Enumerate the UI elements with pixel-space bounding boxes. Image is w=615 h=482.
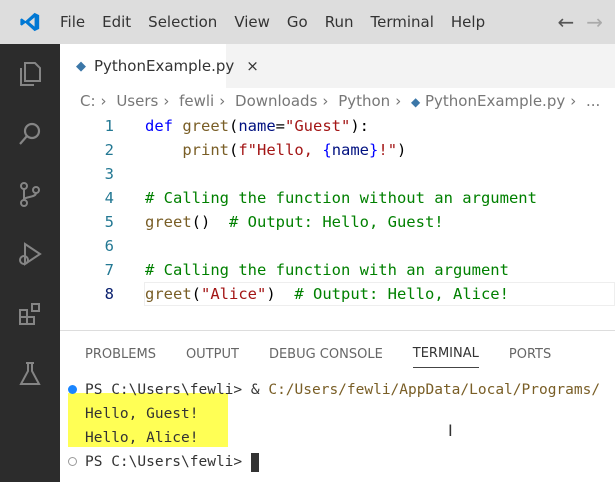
code-token: # Calling the function with an argument xyxy=(145,261,509,279)
terminal-line: PS C:\Users\fewli> & C:/Users/fewli/AppD… xyxy=(60,378,600,402)
tab-ports[interactable]: PORTS xyxy=(509,341,551,368)
code-token: # Output: Hello, Alice! xyxy=(294,285,509,303)
breadcrumb-item[interactable]: fewli xyxy=(179,92,214,110)
command-pending-dot-icon xyxy=(68,457,77,466)
tab-problems[interactable]: PROBLEMS xyxy=(85,341,156,368)
tab-debug-console[interactable]: DEBUG CONSOLE xyxy=(269,341,383,368)
code-token: = xyxy=(275,117,286,135)
terminal-line: PS C:\Users\fewli> xyxy=(60,450,600,474)
testing-icon[interactable] xyxy=(0,344,60,404)
code-editor[interactable]: 1 def greet(name="Guest"): 2 print(f"Hello… xyxy=(60,114,615,306)
code-token: # Calling the function without an argume… xyxy=(145,189,537,207)
menu-file[interactable]: File xyxy=(60,13,85,31)
code-token: name xyxy=(238,117,276,135)
run-debug-icon[interactable] xyxy=(0,224,60,284)
terminal-cursor xyxy=(250,452,259,472)
code-line[interactable]: 1 def greet(name="Guest"): xyxy=(60,114,615,138)
tab-python-example[interactable]: ◆ PythonExample.py × xyxy=(60,44,259,88)
code-line[interactable]: 2 print(f"Hello, {name}!") xyxy=(60,138,615,162)
code-text: greet("Alice") # Output: Hello, Alice! xyxy=(145,282,509,306)
breadcrumb-item[interactable]: ... xyxy=(586,92,600,110)
back-arrow-icon[interactable]: ← xyxy=(557,10,574,34)
code-text: greet() # Output: Hello, Guest! xyxy=(145,210,444,234)
code-token: f"Hello, xyxy=(238,141,323,159)
code-token: greet xyxy=(182,117,229,135)
vscode-logo-icon xyxy=(0,11,60,33)
activity-bar xyxy=(0,44,60,482)
breadcrumb-item[interactable]: Python xyxy=(338,92,390,110)
tab-label: PythonExample.py xyxy=(94,57,235,75)
menu-edit[interactable]: Edit xyxy=(102,13,131,31)
terminal[interactable]: PS C:\Users\fewli> & C:/Users/fewli/AppD… xyxy=(60,378,600,474)
code-token: # Output: Hello, Guest! xyxy=(229,213,444,231)
menu-selection[interactable]: Selection xyxy=(148,13,217,31)
line-number: 3 xyxy=(104,165,114,183)
line-number: 6 xyxy=(104,237,114,255)
close-icon[interactable]: × xyxy=(246,57,259,75)
tab-output[interactable]: OUTPUT xyxy=(186,341,239,368)
code-text: print(f"Hello, {name}!") xyxy=(145,138,406,162)
code-line[interactable]: 4 # Calling the function without an argum… xyxy=(60,186,615,210)
breadcrumb: C: › Users › fewli › Downloads › Python › ◆ P… xyxy=(80,92,601,110)
code-line[interactable]: 3 xyxy=(60,162,615,186)
line-number: 7 xyxy=(104,261,114,279)
code-token: { xyxy=(322,141,332,159)
explorer-icon[interactable] xyxy=(0,44,60,104)
search-icon[interactable] xyxy=(0,104,60,164)
code-token: () xyxy=(191,213,229,231)
tab-terminal[interactable]: TERMINAL xyxy=(412,340,479,368)
text-cursor-icon: I xyxy=(448,421,453,440)
code-token: "Alice" xyxy=(201,285,267,303)
line-number: 2 xyxy=(104,141,114,159)
code-token: ) xyxy=(266,285,295,303)
line-number: 5 xyxy=(104,213,114,231)
code-token: print xyxy=(182,141,229,159)
terminal-output-line: Hello, Guest! xyxy=(85,406,199,422)
menu-help[interactable]: Help xyxy=(451,13,485,31)
line-number: 4 xyxy=(104,189,114,207)
breadcrumb-item[interactable]: Users xyxy=(116,92,158,110)
code-token: def xyxy=(145,117,183,135)
code-token: ) xyxy=(397,141,407,159)
python-file-icon: ◆ xyxy=(410,95,421,109)
forward-arrow-icon[interactable]: → xyxy=(586,10,603,34)
code-line[interactable]: 6 xyxy=(60,234,615,258)
breadcrumb-item[interactable]: C: xyxy=(80,92,96,110)
code-token: greet xyxy=(145,213,192,231)
menu-terminal[interactable]: Terminal xyxy=(371,13,434,31)
code-text: def greet(name="Guest"): xyxy=(145,114,369,138)
code-token: name xyxy=(331,141,370,159)
menu-run[interactable]: Run xyxy=(325,13,354,31)
code-line[interactable]: 8 greet("Alice") # Output: Hello, Alice! xyxy=(60,282,615,306)
breadcrumb-item[interactable]: PythonExample.py xyxy=(425,92,565,110)
code-token: "Guest" xyxy=(285,117,351,135)
code-token: ( xyxy=(229,141,239,159)
code-text: # Calling the function with an argument xyxy=(145,258,509,282)
line-number: 8 xyxy=(104,285,114,303)
terminal-output-line: Hello, Alice! xyxy=(85,430,199,446)
line-number: 1 xyxy=(104,117,114,135)
menu-view[interactable]: View xyxy=(234,13,270,31)
menu-go[interactable]: Go xyxy=(287,13,308,31)
code-line[interactable]: 5 greet() # Output: Hello, Guest! xyxy=(60,210,615,234)
extensions-icon[interactable] xyxy=(0,284,60,344)
breadcrumb-item[interactable]: Downloads xyxy=(235,92,317,110)
code-line[interactable]: 7 # Calling the function with an argument xyxy=(60,258,615,282)
code-token: greet xyxy=(145,285,192,303)
code-token: } xyxy=(369,141,379,159)
code-token: !" xyxy=(378,141,398,159)
python-file-icon: ◆ xyxy=(76,58,86,74)
command-success-dot-icon xyxy=(68,385,77,394)
menu-bar: File Edit Selection View Go Run Terminal… xyxy=(0,0,615,44)
code-text: # Calling the function without an argume… xyxy=(145,186,537,210)
code-token: ): xyxy=(350,117,370,135)
code-token: ( xyxy=(229,117,239,135)
source-control-icon[interactable] xyxy=(0,164,60,224)
bottom-panel: PROBLEMS OUTPUT DEBUG CONSOLE TERMINAL P… xyxy=(60,330,615,482)
editor-tab-bar: ◆ PythonExample.py × xyxy=(60,44,615,88)
code-token: ( xyxy=(191,285,202,303)
